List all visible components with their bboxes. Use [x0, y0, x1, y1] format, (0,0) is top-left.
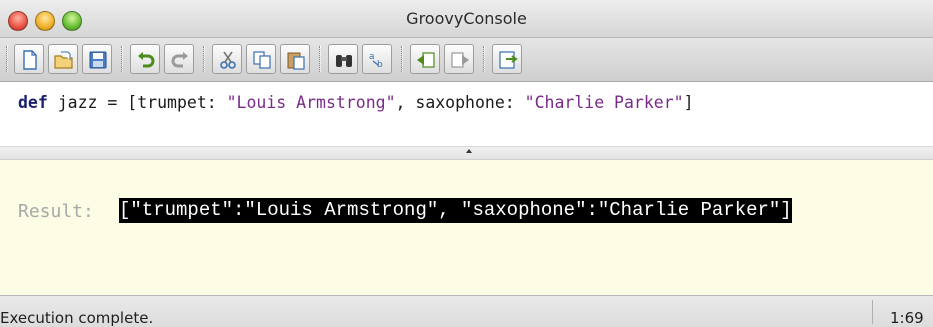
copy-icon: [253, 51, 271, 69]
output-pane[interactable]: Result: ["trumpet":"Louis Armstrong", "s…: [0, 160, 933, 295]
toolbar: a b: [0, 38, 933, 82]
copy-button[interactable]: [246, 44, 276, 74]
find-button[interactable]: [328, 44, 358, 74]
open-file-button[interactable]: [48, 44, 78, 74]
undo-button[interactable]: [130, 44, 160, 74]
new-document-icon: [23, 50, 37, 70]
script-editor[interactable]: def jazz = [trumpet: "Louis Armstrong", …: [0, 82, 933, 146]
run-script-icon: [499, 51, 518, 69]
scissors-icon: [220, 51, 236, 69]
redo-arrow-icon: [171, 52, 188, 68]
toolbar-separator: [121, 46, 123, 72]
split-arrow-icon[interactable]: [466, 149, 472, 153]
title-bar: GroovyConsole: [0, 0, 933, 38]
status-divider: [872, 300, 873, 324]
window-title: GroovyConsole: [406, 9, 527, 28]
caret-position: 1:69: [890, 309, 924, 327]
run-script-button[interactable]: [492, 44, 522, 74]
new-file-button[interactable]: [14, 44, 44, 74]
paste-button[interactable]: [280, 44, 310, 74]
status-message: Execution complete.: [0, 309, 154, 327]
history-next-button[interactable]: [444, 44, 474, 74]
result-label: Result:: [18, 201, 94, 222]
history-back-icon: [417, 52, 435, 68]
replace-button[interactable]: a b: [362, 44, 392, 74]
toolbar-separator: [483, 46, 485, 72]
history-previous-button[interactable]: [410, 44, 440, 74]
cut-button[interactable]: [212, 44, 242, 74]
code-line: def jazz = [trumpet: "Louis Armstrong", …: [18, 93, 694, 112]
toolbar-separator: [401, 46, 403, 72]
save-disk-icon: [89, 51, 107, 69]
toolbar-separator: [319, 46, 321, 72]
svg-text:a: a: [369, 52, 375, 62]
find-replace-icon: a b: [369, 52, 383, 70]
save-file-button[interactable]: [82, 44, 112, 74]
code-string: "Louis Armstrong": [226, 93, 396, 112]
result-value[interactable]: ["trumpet":"Louis Armstrong", "saxophone…: [119, 198, 792, 223]
history-forward-icon: [451, 52, 469, 68]
redo-button[interactable]: [164, 44, 194, 74]
code-text: , saxophone:: [395, 93, 525, 112]
open-folder-icon: [54, 51, 73, 69]
status-bar: Execution complete. 1:69: [0, 295, 933, 327]
toolbar-grip: [6, 46, 8, 72]
binoculars-icon: [336, 55, 352, 67]
undo-arrow-icon: [138, 52, 155, 68]
pane-splitter[interactable]: [0, 146, 933, 160]
code-string: "Charlie Parker": [524, 93, 684, 112]
toolbar-separator: [203, 46, 205, 72]
code-text: jazz = [trumpet:: [47, 93, 227, 112]
code-text: ]: [683, 93, 694, 112]
paste-clipboard-icon: [287, 52, 305, 70]
code-keyword: def: [18, 93, 48, 112]
